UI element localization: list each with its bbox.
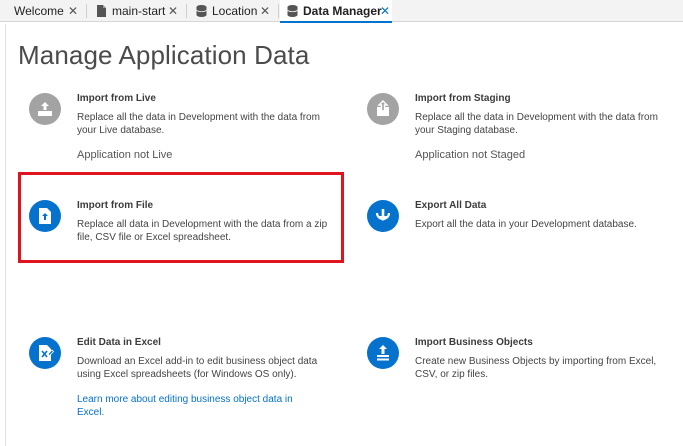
excel-edit-icon bbox=[29, 337, 61, 369]
upload-box-icon bbox=[367, 93, 399, 125]
status-text: Application not Live bbox=[77, 149, 173, 161]
close-icon[interactable]: ✕ bbox=[66, 0, 80, 22]
card-description: Create new Business Objects by importing… bbox=[415, 356, 657, 380]
card-description: Download an Excel add-in to edit busines… bbox=[77, 356, 318, 380]
tab-label: Data Manager bbox=[303, 4, 382, 18]
page-title: Manage Application Data bbox=[18, 40, 310, 70]
upload-tray-icon bbox=[29, 93, 61, 125]
card-description: Export all the data in your Development … bbox=[415, 219, 637, 230]
import-objects-icon bbox=[367, 337, 399, 369]
database-icon bbox=[196, 5, 207, 17]
tab-bar: Welcome ✕ main-start ✕ Location ✕ Data M… bbox=[0, 0, 683, 23]
tab-welcome[interactable]: Welcome ✕ bbox=[14, 0, 80, 22]
card-title: Import Business Objects bbox=[415, 337, 533, 348]
download-circle-icon bbox=[367, 200, 399, 232]
card-export-all-data[interactable]: Export All Data Export all the data in y… bbox=[367, 200, 667, 240]
database-icon bbox=[287, 5, 298, 17]
tab-data-manager[interactable]: Data Manager ✕ bbox=[280, 0, 392, 23]
card-title: Import from Live bbox=[77, 93, 156, 104]
status-text: Application not Staged bbox=[415, 149, 526, 161]
tab-label: main-start bbox=[112, 4, 166, 18]
tab-main-start[interactable]: main-start ✕ bbox=[96, 0, 180, 22]
close-icon[interactable]: ✕ bbox=[258, 0, 272, 22]
card-title: Import from Staging bbox=[415, 93, 511, 104]
left-rail bbox=[5, 24, 6, 446]
page-icon bbox=[96, 5, 107, 17]
card-edit-data-in-excel: Edit Data in Excel Download an Excel add… bbox=[29, 337, 339, 422]
tab-label: Location bbox=[212, 4, 258, 18]
card-description: Replace all the data in Development with… bbox=[415, 112, 658, 136]
close-icon[interactable]: ✕ bbox=[378, 0, 392, 22]
highlight-box bbox=[18, 172, 344, 263]
card-description: Replace all the data in Development with… bbox=[77, 112, 320, 136]
learn-more-link[interactable]: Learn more about editing business object… bbox=[77, 393, 322, 419]
card-import-from-live: Import from Live Replace all the data in… bbox=[29, 93, 339, 163]
card-title: Export All Data bbox=[415, 200, 487, 211]
card-import-from-staging: Import from Staging Replace all the data… bbox=[367, 93, 677, 163]
tab-location[interactable]: Location ✕ bbox=[196, 0, 272, 22]
tab-label: Welcome bbox=[14, 4, 64, 18]
close-icon[interactable]: ✕ bbox=[166, 0, 180, 22]
card-import-business-objects[interactable]: Import Business Objects Create new Busin… bbox=[367, 337, 667, 387]
card-title: Edit Data in Excel bbox=[77, 337, 161, 348]
